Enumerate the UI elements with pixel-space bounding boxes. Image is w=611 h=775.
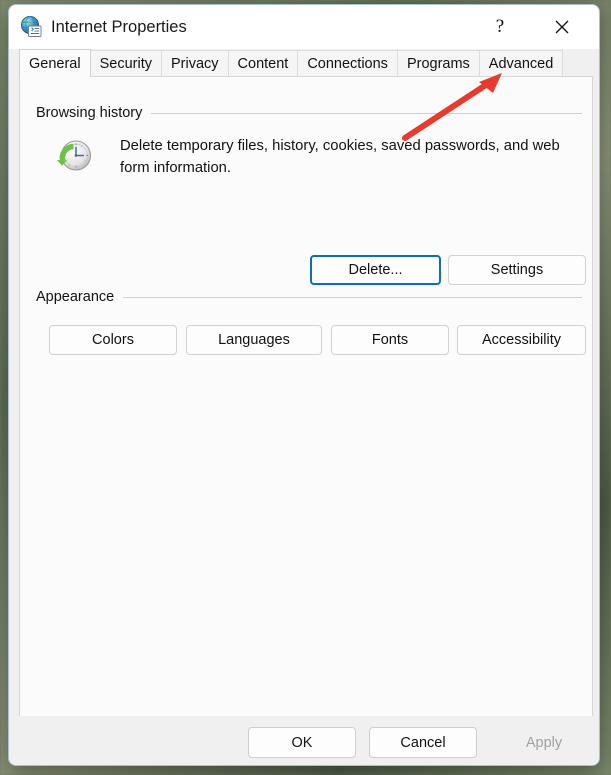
tab-general[interactable]: General <box>19 49 91 77</box>
ok-button[interactable]: OK <box>248 727 356 758</box>
apply-button: Apply <box>490 727 598 758</box>
clock-refresh-icon <box>53 134 95 176</box>
window-title: Internet Properties <box>51 18 187 36</box>
browsing-history-label: Browsing history <box>36 105 143 121</box>
tab-list: General Security Privacy Content Connect… <box>19 49 564 77</box>
languages-button[interactable]: Languages <box>186 325 322 355</box>
accessibility-button[interactable]: Accessibility <box>457 325 586 355</box>
tab-advanced[interactable]: Advanced <box>478 50 564 77</box>
help-button[interactable]: ? <box>477 5 523 49</box>
group-divider <box>123 296 582 298</box>
general-tab-panel: Browsing history Delete temporary files,… <box>19 76 593 717</box>
delete-button[interactable]: Delete... <box>310 255 441 285</box>
internet-properties-globe-icon <box>19 15 43 39</box>
close-icon[interactable] <box>539 5 585 49</box>
tab-connections[interactable]: Connections <box>297 50 398 77</box>
fonts-button[interactable]: Fonts <box>331 325 449 355</box>
cancel-button[interactable]: Cancel <box>369 727 477 758</box>
settings-button[interactable]: Settings <box>448 255 586 285</box>
tab-security[interactable]: Security <box>89 50 162 77</box>
colors-button[interactable]: Colors <box>49 325 177 355</box>
tab-privacy[interactable]: Privacy <box>160 50 229 77</box>
tab-strip: General Security Privacy Content Connect… <box>9 49 599 77</box>
dialog-command-bar: OK Cancel Apply <box>9 716 599 765</box>
tab-programs[interactable]: Programs <box>396 50 480 77</box>
browsing-history-description: Delete temporary files, history, cookies… <box>120 138 560 176</box>
group-divider <box>151 112 582 114</box>
appearance-label: Appearance <box>36 289 115 305</box>
internet-properties-dialog: Internet Properties ? General Security P… <box>8 4 600 766</box>
title-bar: Internet Properties ? <box>9 5 599 49</box>
tab-content[interactable]: Content <box>227 50 299 77</box>
appearance-group-header: Appearance <box>36 289 582 305</box>
browsing-history-group-header: Browsing history <box>36 105 582 121</box>
